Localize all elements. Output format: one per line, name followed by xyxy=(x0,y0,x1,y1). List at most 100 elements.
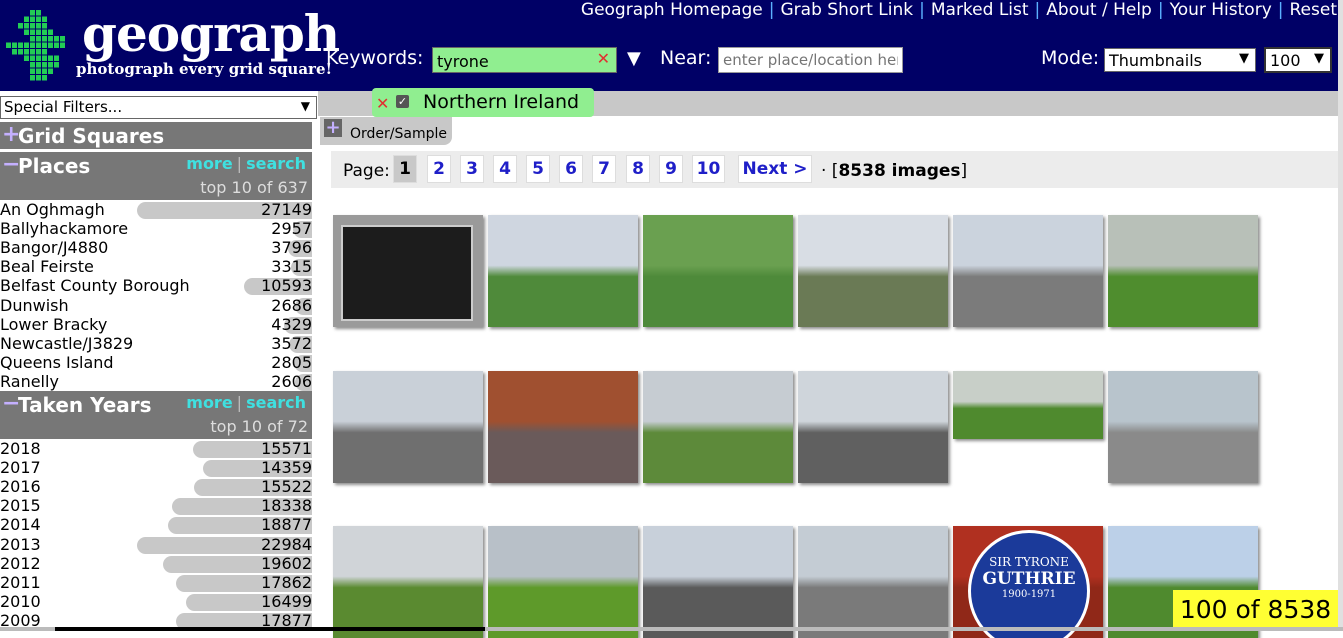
year-row[interactable]: 2015 18338 xyxy=(0,496,312,516)
thumbnail-image[interactable]: SIR TYRONE GUTHRIE 1900-1971 xyxy=(953,526,1103,638)
place-row[interactable]: Dunwish 2686 xyxy=(0,296,312,315)
near-input[interactable] xyxy=(718,47,903,73)
filter-chip-northern-ireland[interactable]: ✕ ✓ Northern Ireland xyxy=(372,88,594,117)
place-label[interactable]: Ballyhackamore xyxy=(0,219,128,238)
place-row[interactable]: Beal Feirste 3315 xyxy=(0,257,312,277)
place-label[interactable]: Dunwish xyxy=(0,296,69,315)
geograph-logo[interactable]: geograph photograph every grid square! xyxy=(6,4,340,84)
year-label[interactable]: 2016 xyxy=(0,477,41,496)
thumbnail-image[interactable] xyxy=(488,526,638,638)
per-page-select[interactable]: 100 ▼ xyxy=(1264,47,1332,73)
nav-link-about-help[interactable]: About / Help xyxy=(1046,0,1152,20)
page-link-6[interactable]: 6 xyxy=(559,155,583,183)
order-sample-tab[interactable]: + Order/Sample xyxy=(320,117,452,145)
thumbnail-image[interactable] xyxy=(1108,215,1258,327)
year-row[interactable]: 2013 22984 xyxy=(0,535,312,554)
places-search-link[interactable]: search xyxy=(246,154,306,173)
place-row[interactable]: Ballyhackamore 2957 xyxy=(0,219,312,239)
places-header: − Places more | search top 10 of 637 xyxy=(0,152,312,200)
thumbnail-image[interactable] xyxy=(953,371,1103,439)
thumbnail-image[interactable] xyxy=(1108,371,1258,483)
filter-checkbox[interactable]: ✓ xyxy=(396,95,409,108)
place-count: 2686 xyxy=(271,295,312,315)
years-search-link[interactable]: search xyxy=(246,393,306,412)
place-label[interactable]: Bangor/J4880 xyxy=(0,238,108,257)
next-page-link[interactable]: Next > xyxy=(738,155,812,183)
place-label[interactable]: Ranelly xyxy=(0,372,59,391)
thumbnail-image[interactable] xyxy=(333,526,483,638)
keywords-field[interactable]: ✕ xyxy=(432,47,617,74)
thumbnail-image[interactable] xyxy=(643,215,793,327)
nav-link-grab-short-link[interactable]: Grab Short Link xyxy=(781,0,914,20)
nav-link-reset[interactable]: Reset xyxy=(1290,0,1338,20)
top-nav: Geograph Homepage | Grab Short Link | Marked… xyxy=(581,0,1337,20)
place-row[interactable]: Belfast County Borough 10593 xyxy=(0,276,312,296)
place-label[interactable]: Queens Island xyxy=(0,353,114,372)
place-row[interactable]: Newcastle/J3829 3572 xyxy=(0,334,312,353)
year-row[interactable]: 2014 18877 xyxy=(0,515,312,535)
page-link-2[interactable]: 2 xyxy=(427,155,451,183)
year-label[interactable]: 2017 xyxy=(0,458,41,477)
thumbnail-image[interactable] xyxy=(333,215,483,327)
year-row[interactable]: 2018 15571 xyxy=(0,439,312,458)
thumbnail-image[interactable] xyxy=(798,215,948,327)
year-label[interactable]: 2015 xyxy=(0,496,41,515)
scrollbar[interactable] xyxy=(1338,0,1343,631)
years-subtitle: top 10 of 72 xyxy=(210,417,308,436)
expand-plus-icon[interactable]: + xyxy=(324,119,342,137)
year-row[interactable]: 2012 19602 xyxy=(0,554,312,573)
place-label[interactable]: Belfast County Borough xyxy=(0,276,190,295)
clear-keywords-icon[interactable]: ✕ xyxy=(597,49,610,68)
thumbnail-image[interactable] xyxy=(643,526,793,638)
places-more-link[interactable]: more xyxy=(186,154,232,173)
year-label[interactable]: 2012 xyxy=(0,554,41,573)
year-label[interactable]: 2018 xyxy=(0,439,41,458)
place-count: 10593 xyxy=(261,276,312,296)
thumbnail-image[interactable] xyxy=(643,371,793,483)
year-label[interactable]: 2013 xyxy=(0,535,41,554)
scroll-thumb[interactable] xyxy=(55,627,485,631)
keywords-dropdown-icon[interactable]: ▼ xyxy=(627,48,641,69)
page-link-3[interactable]: 3 xyxy=(460,155,484,183)
place-row[interactable]: Lower Bracky 4329 xyxy=(0,315,312,334)
thumbnail-image[interactable] xyxy=(953,215,1103,327)
thumbnail-image[interactable] xyxy=(798,526,948,638)
grid-squares-header[interactable]: + Grid Squares xyxy=(0,122,312,149)
page-link-5[interactable]: 5 xyxy=(526,155,550,183)
year-count: 22984 xyxy=(261,534,312,554)
page-link-1[interactable]: 1 xyxy=(393,155,417,183)
remove-filter-icon[interactable]: ✕ xyxy=(376,94,389,113)
place-label[interactable]: Newcastle/J3829 xyxy=(0,334,133,353)
bottom-scrollbar[interactable] xyxy=(0,627,1343,631)
year-row[interactable]: 2017 14359 xyxy=(0,458,312,478)
thumbnail-image[interactable] xyxy=(488,215,638,327)
page-link-7[interactable]: 7 xyxy=(592,155,616,183)
page-link-10[interactable]: 10 xyxy=(692,155,725,183)
page-link-8[interactable]: 8 xyxy=(626,155,650,183)
nav-link-marked-list[interactable]: Marked List xyxy=(931,0,1029,20)
nav-link-your-history[interactable]: Your History xyxy=(1170,0,1272,20)
place-row[interactable]: Bangor/J4880 3796 xyxy=(0,238,312,258)
year-label[interactable]: 2011 xyxy=(0,573,41,592)
place-row[interactable]: Queens Island 2805 xyxy=(0,353,312,372)
thumbnail-image[interactable] xyxy=(333,371,483,483)
year-label[interactable]: 2010 xyxy=(0,592,41,611)
keywords-input[interactable] xyxy=(433,48,601,74)
year-row[interactable]: 2016 15522 xyxy=(0,477,312,497)
year-label[interactable]: 2014 xyxy=(0,515,41,534)
year-row[interactable]: 2011 17862 xyxy=(0,573,312,592)
year-row[interactable]: 2010 16499 xyxy=(0,592,312,611)
place-row[interactable]: Ranelly 2606 xyxy=(0,372,312,391)
place-label[interactable]: An Oghmagh xyxy=(0,200,105,219)
place-label[interactable]: Lower Bracky xyxy=(0,315,107,334)
special-filters-select[interactable]: Special Filters... ▼ xyxy=(0,96,317,119)
place-row[interactable]: An Oghmagh 27149 xyxy=(0,200,312,219)
thumbnail-image[interactable] xyxy=(488,371,638,483)
page-link-9[interactable]: 9 xyxy=(659,155,683,183)
years-more-link[interactable]: more xyxy=(186,393,232,412)
place-label[interactable]: Beal Feirste xyxy=(0,257,94,276)
thumbnail-image[interactable] xyxy=(798,371,948,483)
mode-select[interactable]: Thumbnails ▼ xyxy=(1104,48,1256,72)
nav-link-geograph-homepage[interactable]: Geograph Homepage xyxy=(581,0,763,20)
page-link-4[interactable]: 4 xyxy=(493,155,517,183)
